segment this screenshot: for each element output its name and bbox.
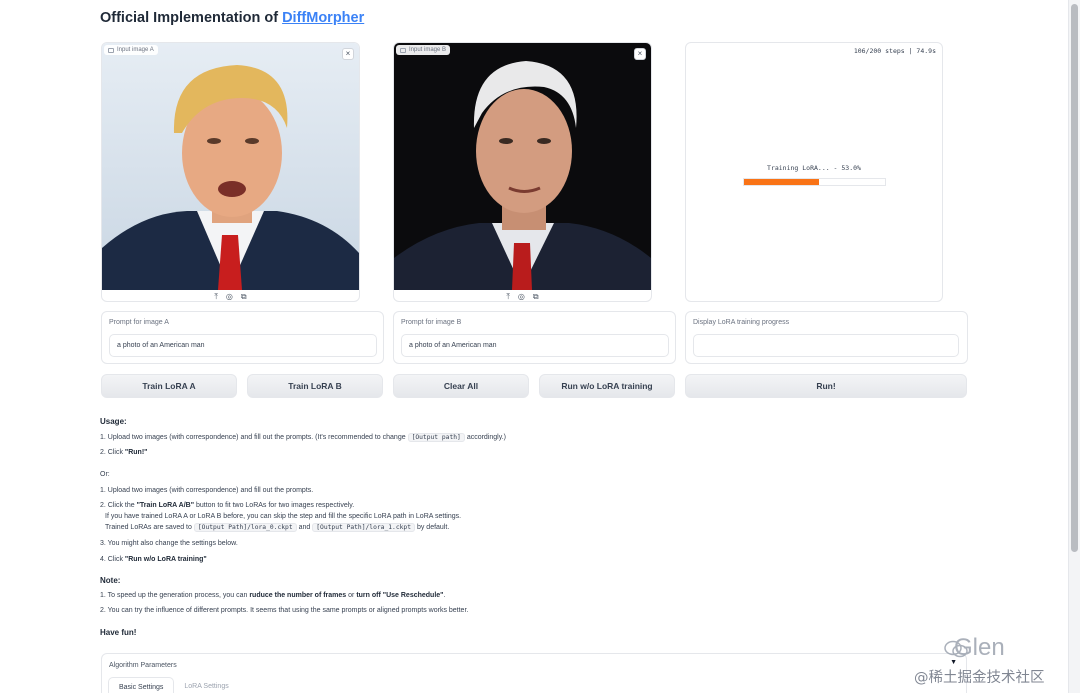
page-title: Official Implementation of DiffMorpher (100, 10, 364, 26)
lora-progress-field[interactable] (693, 334, 959, 357)
alt-step-2-line-3: Trained LoRAs are saved to [Output Path]… (105, 523, 450, 532)
watermark-site: @稀土掘金技术社区 (914, 670, 1045, 686)
image-b-label: Input image B (396, 45, 451, 55)
tab-lora-settings[interactable]: LoRA Settings (174, 677, 238, 693)
usage-heading: Usage: (100, 417, 127, 426)
prompt-a-label: Prompt for image A (109, 319, 169, 326)
settings-tabs: Basic Settings LoRA Settings (108, 677, 239, 693)
alt-step-3: 3. You might also change the settings be… (100, 540, 238, 547)
clipboard-icon[interactable]: ⧉ (533, 291, 539, 301)
alt-step-2-line-2: If you have trained LoRA A or LoRA B bef… (105, 513, 462, 520)
alt-step-4: 4. Click "Run w/o LoRA training" (100, 556, 207, 563)
training-status: Training LoRA... - 53.0% (767, 164, 861, 172)
image-a-panel[interactable]: Input image A × ⤒ ◎ ⧉ (101, 42, 360, 302)
upload-icon[interactable]: ⤒ (214, 291, 218, 301)
image-b-tools: ⤒ ◎ ⧉ (394, 291, 651, 301)
alt-step-2: 2. Click the "Train LoRA A/B" button to … (100, 502, 355, 509)
watermark: Glen @稀土掘金技术社区 (914, 634, 1064, 690)
alt-step-1: 1. Upload two images (with correspondenc… (100, 487, 314, 494)
image-b-photo (394, 43, 651, 290)
usage-step-2: 2. Click "Run!" (100, 449, 148, 456)
image-a-tools: ⤒ ◎ ⧉ (102, 291, 359, 301)
run-button[interactable]: Run! (685, 374, 967, 398)
train-lora-a-button[interactable]: Train LoRA A (101, 374, 237, 398)
image-icon (108, 47, 114, 53)
upload-icon[interactable]: ⤒ (506, 291, 510, 301)
image-b-close-icon[interactable]: × (634, 48, 646, 60)
image-a-label: Input image A (104, 45, 158, 55)
webcam-icon[interactable]: ◎ (518, 291, 525, 301)
page-scrollbar[interactable] (1068, 0, 1080, 693)
clipboard-icon[interactable]: ⧉ (241, 291, 247, 301)
train-lora-b-button[interactable]: Train LoRA B (247, 374, 383, 398)
image-b-panel[interactable]: Input image B × ⤒ ◎ ⧉ (393, 42, 652, 302)
steps-counter: 106/200 steps | 74.9s (853, 47, 936, 55)
webcam-icon[interactable]: ◎ (226, 291, 233, 301)
image-a-photo (102, 43, 359, 290)
algorithm-parameters-title: Algorithm Parameters (109, 662, 177, 669)
algorithm-parameters-accordion[interactable]: Algorithm Parameters ▼ Basic Settings Lo… (101, 653, 967, 693)
image-a-label-text: Input image A (117, 47, 154, 53)
note-2: 2. You can try the influence of differen… (100, 607, 469, 614)
prompt-a-box: Prompt for image A a photo of an America… (101, 311, 384, 364)
note-1: 1. To speed up the generation process, y… (100, 592, 446, 599)
clear-all-button[interactable]: Clear All (393, 374, 529, 398)
run-without-lora-button[interactable]: Run w/o LoRA training (539, 374, 675, 398)
have-fun: Have fun! (100, 628, 137, 637)
usage-or: Or: (100, 471, 110, 478)
progress-bar-fill (744, 179, 819, 185)
watermark-name: Glen (954, 634, 1005, 661)
prompt-b-box: Prompt for image B a photo of an America… (393, 311, 676, 364)
lora-progress-box: Display LoRA training progress (685, 311, 968, 364)
output-panel: 106/200 steps | 74.9s Training LoRA... -… (685, 42, 943, 302)
tab-basic-settings[interactable]: Basic Settings (108, 677, 175, 693)
image-icon (400, 47, 406, 53)
prompt-b-label: Prompt for image B (401, 319, 462, 326)
lora-progress-label: Display LoRA training progress (693, 319, 790, 326)
image-b-label-text: Input image B (409, 47, 447, 53)
prompt-a-input[interactable]: a photo of an American man (109, 334, 377, 357)
image-a-close-icon[interactable]: × (342, 48, 354, 60)
prompt-b-input[interactable]: a photo of an American man (401, 334, 669, 357)
scrollbar-thumb[interactable] (1071, 4, 1078, 552)
usage-step-1: 1. Upload two images (with correspondenc… (100, 433, 506, 442)
page-title-text: Official Implementation of (100, 10, 279, 26)
note-heading: Note: (100, 576, 121, 585)
diffmorpher-link[interactable]: DiffMorpher (282, 10, 364, 26)
progress-bar (743, 178, 886, 186)
